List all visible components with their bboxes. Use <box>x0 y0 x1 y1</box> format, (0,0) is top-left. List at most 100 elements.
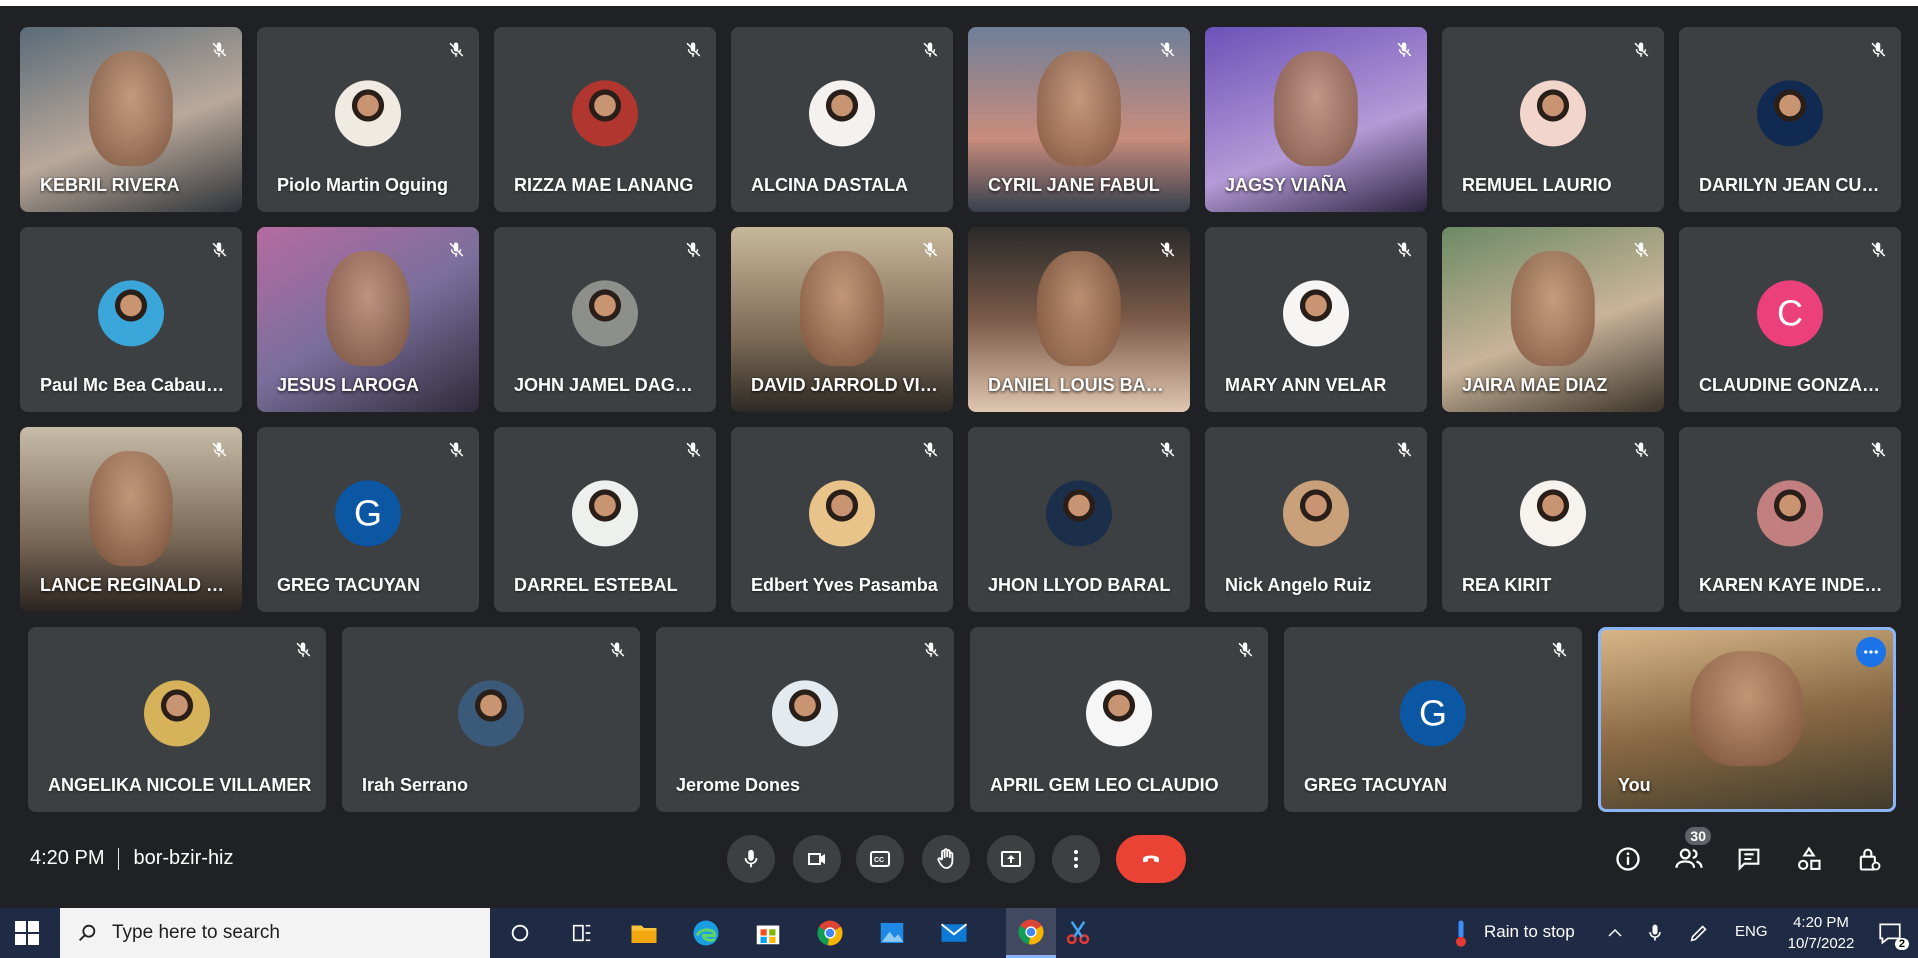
more-options-button[interactable] <box>1856 637 1886 667</box>
tray-pen-button[interactable] <box>1682 916 1716 950</box>
language-indicator[interactable]: ENG <box>1735 923 1768 940</box>
participant-name: REA KIRIT <box>1462 575 1552 595</box>
cortana-button[interactable] <box>503 916 537 950</box>
tray-mic-button[interactable] <box>1638 916 1672 950</box>
camera-button[interactable] <box>793 835 841 883</box>
participant-name: Paul Mc Bea Cabaua... <box>40 375 228 395</box>
participant-tile[interactable]: RIZZA MAE LANANG <box>494 27 716 212</box>
participant-tile[interactable]: KEBRIL RIVERA <box>20 27 242 212</box>
participant-name: JAIRA MAE DIAZ <box>1462 375 1608 395</box>
muted-mic-icon <box>680 237 706 263</box>
windows-taskbar: Type here to search Rain to stop ENG 4:2… <box>0 908 1918 958</box>
info-button[interactable] <box>1608 839 1648 879</box>
photos-button[interactable] <box>875 916 909 950</box>
store-button[interactable] <box>751 916 785 950</box>
task-view-button[interactable] <box>565 916 599 950</box>
edge-icon <box>693 920 719 946</box>
mail-button[interactable] <box>937 916 971 950</box>
participant-tile[interactable]: DANIEL LOUIS BARB... <box>968 227 1190 412</box>
video-feed <box>799 251 885 367</box>
present-button[interactable] <box>987 835 1035 883</box>
participant-name: JAGSY VIAÑA <box>1225 175 1347 195</box>
participant-tile[interactable]: ANGELIKA NICOLE VILLAMER <box>28 627 326 812</box>
chrome-icon <box>817 920 843 946</box>
participant-tile[interactable]: G GREG TACUYAN <box>1284 627 1582 812</box>
notifications-button[interactable]: 2 <box>1873 916 1909 950</box>
muted-mic-icon <box>443 237 469 263</box>
self-video-tile[interactable]: You <box>1598 627 1896 812</box>
edge-button[interactable] <box>689 916 723 950</box>
participant-name: LANCE REGINALD C... <box>40 575 228 595</box>
muted-mic-icon <box>206 37 232 63</box>
start-button[interactable] <box>14 920 40 946</box>
participant-tile[interactable]: DAVID JARROLD VIL... <box>731 227 953 412</box>
participant-name: GREG TACUYAN <box>1304 775 1448 795</box>
more-options-button[interactable] <box>1052 835 1100 883</box>
taskbar-search[interactable]: Type here to search <box>60 908 490 958</box>
participant-tile[interactable]: REA KIRIT <box>1442 427 1664 612</box>
participant-tile[interactable]: JOHN JAMEL DAGO... <box>494 227 716 412</box>
activities-button[interactable] <box>1789 839 1829 879</box>
participant-name: Nick Angelo Ruiz <box>1225 575 1372 595</box>
muted-mic-icon <box>1628 237 1654 263</box>
participant-tile[interactable]: KAREN KAYE INDEN... <box>1679 427 1901 612</box>
participant-name: KAREN KAYE INDEN... <box>1699 575 1887 595</box>
taskbar-clock[interactable]: 4:20 PM 10/7/2022 <box>1778 912 1864 954</box>
muted-mic-icon <box>206 237 232 263</box>
participant-tile[interactable]: Nick Angelo Ruiz <box>1205 427 1427 612</box>
participant-tile[interactable]: DARREL ESTEBAL <box>494 427 716 612</box>
participant-tile[interactable]: JHON LLYOD BARAL <box>968 427 1190 612</box>
muted-mic-icon <box>1154 237 1180 263</box>
letter-avatar: G <box>335 479 401 546</box>
chrome-button[interactable] <box>813 916 847 950</box>
raise-hand-button[interactable] <box>922 835 970 883</box>
mic-icon <box>744 849 758 868</box>
participant-tile[interactable]: LANCE REGINALD C... <box>20 427 242 612</box>
participant-name: ANGELIKA NICOLE VILLAMER <box>48 775 312 795</box>
participant-tile[interactable]: APRIL GEM LEO CLAUDIO <box>970 627 1268 812</box>
participant-name: DARREL ESTEBAL <box>514 575 678 595</box>
search-icon <box>79 924 96 941</box>
participant-tile[interactable]: JESUS LAROGA <box>257 227 479 412</box>
snipping-tool-button[interactable] <box>1061 916 1095 950</box>
profile-photo-avatar <box>572 279 638 346</box>
windows-logo-icon <box>15 921 39 945</box>
chrome-meet-active-button[interactable] <box>1006 908 1056 958</box>
tray-overflow-button[interactable] <box>1598 916 1632 950</box>
chat-button[interactable] <box>1729 839 1769 879</box>
activities-icon <box>1798 846 1821 870</box>
muted-mic-icon <box>1391 437 1417 463</box>
participant-tile[interactable]: Paul Mc Bea Cabaua... <box>20 227 242 412</box>
people-button[interactable]: 30 <box>1669 827 1711 879</box>
participant-tile[interactable]: G GREG TACUYAN <box>257 427 479 612</box>
muted-mic-icon <box>1628 37 1654 63</box>
end-call-button[interactable] <box>1116 835 1186 883</box>
participant-tile[interactable]: JAIRA MAE DIAZ <box>1442 227 1664 412</box>
profile-photo-avatar <box>1757 479 1823 546</box>
profile-photo-avatar <box>809 79 875 146</box>
mic-button[interactable] <box>727 835 775 883</box>
participant-tile[interactable]: CYRIL JANE FABUL <box>968 27 1190 212</box>
chat-icon <box>1738 848 1760 871</box>
participant-name: DARILYN JEAN CUM... <box>1699 175 1887 195</box>
participant-tile[interactable]: MARY ANN VELAR <box>1205 227 1427 412</box>
participant-tile[interactable]: Irah Serrano <box>342 627 640 812</box>
participant-tile[interactable]: REMUEL LAURIO <box>1442 27 1664 212</box>
weather-text[interactable]: Rain to stop <box>1484 922 1575 942</box>
participant-tile[interactable]: Edbert Yves Pasamba <box>731 427 953 612</box>
participant-tile[interactable]: C CLAUDINE GONZAL... <box>1679 227 1901 412</box>
chrome-profile-icon <box>1018 919 1044 944</box>
captions-button[interactable]: CC <box>856 835 904 883</box>
participant-tile[interactable]: DARILYN JEAN CUM... <box>1679 27 1901 212</box>
weather-button[interactable] <box>1444 916 1478 950</box>
participant-tile[interactable]: Piolo Martin Oguing <box>257 27 479 212</box>
participant-tile[interactable]: JAGSY VIAÑA <box>1205 27 1427 212</box>
pen-icon <box>1690 925 1707 942</box>
profile-photo-avatar <box>1086 679 1152 746</box>
host-controls-button[interactable] <box>1849 839 1889 879</box>
muted-mic-icon <box>1391 237 1417 263</box>
muted-mic-icon <box>1628 437 1654 463</box>
file-explorer-button[interactable] <box>627 916 661 950</box>
participant-tile[interactable]: ALCINA DASTALA <box>731 27 953 212</box>
participant-tile[interactable]: Jerome Dones <box>656 627 954 812</box>
